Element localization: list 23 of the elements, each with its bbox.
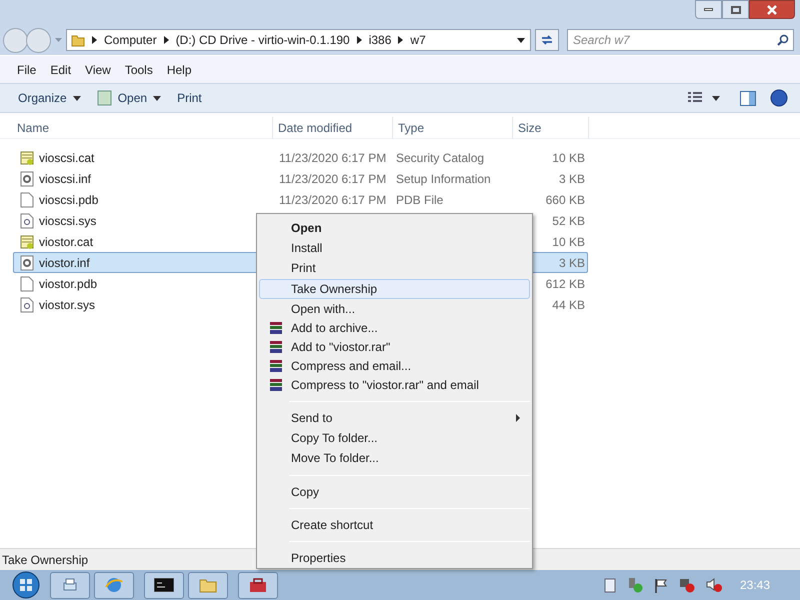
size-cell: 3 KB — [558, 256, 585, 270]
file-name: viostor.inf — [39, 254, 90, 272]
file-name: viostor.cat — [39, 234, 94, 250]
size-cell: 612 KB — [546, 276, 585, 290]
size-cell: 10 KB — [552, 150, 585, 164]
file-name: viostor.sys — [39, 296, 96, 314]
date-cell: 11/23/2020 6:17 PM — [279, 150, 386, 164]
file-name: vioscsi.inf — [39, 170, 92, 188]
type-cell: Security Catalog — [396, 150, 484, 164]
file-name: viostor.pdb — [39, 276, 98, 292]
type-cell: Setup Information — [396, 172, 491, 186]
date-cell: 11/23/2020 6:17 PM — [279, 172, 386, 186]
status-text: Take Ownership — [2, 552, 88, 568]
size-cell: 10 KB — [552, 234, 585, 248]
file-name: vioscsi.sys — [39, 212, 96, 230]
size-cell: 52 KB — [552, 214, 585, 228]
file-name: vioscsi.cat — [39, 150, 94, 166]
size-cell: 660 KB — [546, 192, 585, 206]
date-cell: 11/23/2020 6:17 PM — [279, 192, 386, 206]
size-cell: 3 KB — [558, 172, 585, 186]
file-name: vioscsi.pdb — [39, 192, 98, 208]
size-cell: 44 KB — [552, 298, 585, 312]
type-cell: PDB File — [396, 192, 444, 206]
